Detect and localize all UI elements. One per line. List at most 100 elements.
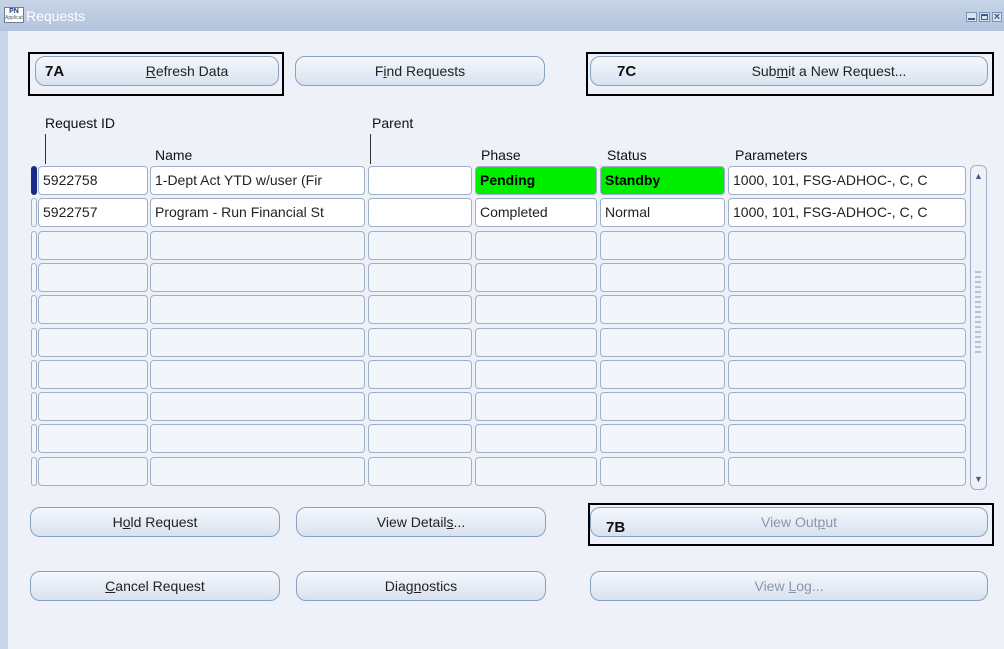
view-log-button[interactable]: View Log... [590, 571, 988, 601]
table-cell-parent[interactable] [368, 328, 472, 357]
table-cell-status[interactable] [600, 424, 725, 453]
table-cell-name[interactable]: Program - Run Financial St [150, 198, 365, 227]
table-cell-parameters[interactable] [728, 424, 966, 453]
column-header-parent: Parent [372, 115, 414, 131]
callout-7a-label: 7A [45, 63, 65, 80]
table-cell-phase[interactable] [475, 457, 597, 486]
table-cell-name[interactable] [150, 360, 365, 389]
row-indicator[interactable] [31, 360, 37, 389]
table-cell-name[interactable] [150, 424, 365, 453]
find-requests-button[interactable]: Find Requests [295, 56, 545, 86]
table-cell-request-id[interactable] [38, 457, 148, 486]
table-cell-parent[interactable] [368, 231, 472, 260]
row-indicator[interactable] [31, 328, 37, 357]
table-cell-phase[interactable] [475, 424, 597, 453]
table-cell-parent[interactable] [368, 263, 472, 292]
table-cell-phase[interactable] [475, 263, 597, 292]
table-cell-parameters[interactable] [728, 263, 966, 292]
table-cell-request-id[interactable] [38, 328, 148, 357]
cancel-request-button[interactable]: Cancel Request [30, 571, 280, 601]
close-icon[interactable]: × [992, 12, 1002, 23]
row-indicator[interactable] [31, 263, 37, 292]
table-cell-phase[interactable] [475, 295, 597, 324]
table-cell-parameters[interactable] [728, 457, 966, 486]
column-header-status: Status [607, 147, 647, 163]
table-cell-parameters[interactable] [728, 231, 966, 260]
table-cell-status[interactable] [600, 457, 725, 486]
maximize-icon[interactable] [979, 12, 990, 22]
table-cell-parent[interactable] [368, 360, 472, 389]
table-cell-request-id[interactable] [38, 231, 148, 260]
table-cell-parent[interactable] [368, 295, 472, 324]
table-cell-status[interactable]: Normal [600, 198, 725, 227]
column-header-name: Name [155, 147, 193, 163]
minimize-icon[interactable] [966, 12, 977, 22]
table-cell-name[interactable] [150, 263, 365, 292]
table-cell-parameters[interactable] [728, 360, 966, 389]
hold-request-label: Hold Request [112, 514, 198, 530]
table-cell-request-id[interactable]: 5922758 [38, 166, 148, 195]
table-cell-name[interactable] [150, 295, 365, 324]
table-cell-parent[interactable] [368, 392, 472, 421]
table-cell-parent[interactable] [368, 457, 472, 486]
table-cell-phase[interactable]: Completed [475, 198, 597, 227]
hold-request-button[interactable]: Hold Request [30, 507, 280, 537]
table-cell-parameters[interactable] [728, 328, 966, 357]
table-cell-status[interactable]: Standby [600, 166, 725, 195]
table-cell-parent[interactable] [368, 198, 472, 227]
table-cell-request-id[interactable] [38, 392, 148, 421]
table-cell-status[interactable] [600, 231, 725, 260]
table-cell-parent[interactable] [368, 166, 472, 195]
table-cell-parameters[interactable]: 1000, 101, FSG-ADHOC-, C, C [728, 198, 966, 227]
row-indicator[interactable] [31, 198, 37, 227]
table-cell-status[interactable] [600, 263, 725, 292]
table-cell-name[interactable] [150, 457, 365, 486]
column-divider [45, 134, 46, 164]
table-cell-name[interactable] [150, 231, 365, 260]
column-divider [370, 134, 371, 164]
callout-7b [588, 503, 994, 546]
row-indicator[interactable] [31, 424, 37, 453]
find-requests-label: Find Requests [374, 63, 466, 79]
row-indicator[interactable] [31, 457, 37, 486]
table-scrollbar[interactable]: ▲ ▼ [970, 165, 987, 490]
table-cell-phase[interactable] [475, 392, 597, 421]
diagnostics-label: Diagnostics [384, 578, 458, 594]
table-cell-phase[interactable] [475, 328, 597, 357]
table-cell-status[interactable] [600, 392, 725, 421]
table-cell-parameters[interactable] [728, 295, 966, 324]
callout-7a [28, 52, 284, 96]
scroll-grip[interactable] [975, 271, 981, 356]
row-indicator[interactable] [31, 231, 37, 260]
table-cell-name[interactable] [150, 328, 365, 357]
table-cell-request-id[interactable] [38, 424, 148, 453]
table-cell-phase[interactable] [475, 231, 597, 260]
table-cell-parent[interactable] [368, 424, 472, 453]
table-cell-request-id[interactable] [38, 360, 148, 389]
app-icon: PNApplications [4, 7, 24, 23]
row-indicator[interactable] [31, 166, 37, 195]
table-cell-name[interactable]: 1-Dept Act YTD w/user (Fir [150, 166, 365, 195]
column-header-phase: Phase [481, 147, 521, 163]
table-cell-phase[interactable]: Pending [475, 166, 597, 195]
table-cell-name[interactable] [150, 392, 365, 421]
table-cell-status[interactable] [600, 295, 725, 324]
row-indicator[interactable] [31, 392, 37, 421]
table-cell-parameters[interactable]: 1000, 101, FSG-ADHOC-, C, C [728, 166, 966, 195]
table-cell-phase[interactable] [475, 360, 597, 389]
title-bar: PNApplications Requests × [0, 0, 1004, 31]
view-details-button[interactable]: View Details... [296, 507, 546, 537]
scroll-up-icon[interactable]: ▲ [971, 168, 986, 184]
diagnostics-button[interactable]: Diagnostics [296, 571, 546, 601]
row-indicator[interactable] [31, 295, 37, 324]
table-cell-request-id[interactable] [38, 263, 148, 292]
table-cell-parameters[interactable] [728, 392, 966, 421]
table-cell-request-id[interactable]: 5922757 [38, 198, 148, 227]
table-cell-request-id[interactable] [38, 295, 148, 324]
callout-7c [586, 52, 994, 96]
column-header-request-id: Request ID [45, 115, 116, 131]
table-cell-status[interactable] [600, 328, 725, 357]
window-left-edge [0, 31, 8, 649]
scroll-down-icon[interactable]: ▼ [971, 471, 986, 487]
table-cell-status[interactable] [600, 360, 725, 389]
